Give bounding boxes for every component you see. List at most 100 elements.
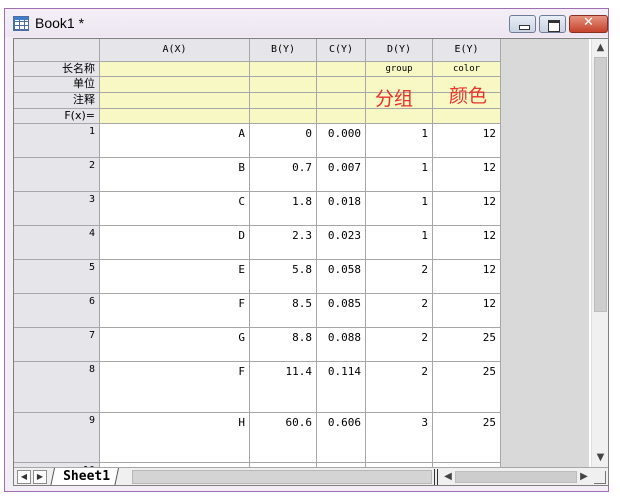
data-cell[interactable]: 1.8 [250,192,317,226]
next-sheet-icon[interactable]: ▶ [33,470,47,484]
meta-cell[interactable] [100,93,250,109]
vertical-scrollbar[interactable]: ▲ ▼ [591,39,608,469]
data-cell[interactable]: 0.000 [317,124,366,158]
meta-row-label[interactable]: 单位 [14,77,100,93]
long-name-cell[interactable]: group [366,62,433,77]
column-header-2[interactable]: B(Y) [250,39,317,62]
data-cell[interactable]: 12 [433,124,501,158]
data-cell[interactable]: F [100,294,250,328]
meta-cell[interactable] [317,77,366,93]
minimize-button[interactable] [509,15,536,33]
long-name-cell[interactable]: color [433,62,501,77]
data-cell[interactable]: 25 [433,328,501,362]
long-name-cell[interactable] [100,62,250,77]
horizontal-scrollbar[interactable]: ◀ ▶ [441,470,591,484]
data-cell[interactable]: A [100,124,250,158]
window-title: Book1 * [35,15,85,31]
data-cell[interactable]: 0.018 [317,192,366,226]
data-cell[interactable]: D [100,226,250,260]
column-header-5[interactable]: E(Y) [433,39,501,62]
meta-cell[interactable] [250,77,317,93]
title-bar[interactable]: Book1 * [5,9,608,37]
column-header-1[interactable]: A(X) [100,39,250,62]
horizontal-scroll-thumb[interactable] [455,471,577,483]
data-cell[interactable]: 2.3 [250,226,317,260]
data-cell[interactable]: 25 [433,413,501,463]
data-cell[interactable]: 8.8 [250,328,317,362]
workbook-icon [13,16,29,31]
tab-splitter-handle[interactable] [434,469,438,485]
data-cell[interactable]: 2 [366,362,433,413]
data-cell[interactable]: 5.8 [250,260,317,294]
meta-cell[interactable] [250,109,317,124]
long-name-cell[interactable] [317,62,366,77]
data-cell[interactable]: 1 [366,226,433,260]
meta-cell[interactable] [100,77,250,93]
data-cell[interactable]: 0.7 [250,158,317,192]
data-cell[interactable]: 0.023 [317,226,366,260]
prev-sheet-icon[interactable]: ◀ [17,470,31,484]
data-cell[interactable]: 0.085 [317,294,366,328]
meta-row-label[interactable]: 注释 [14,93,100,109]
row-number[interactable]: 9 [14,413,100,463]
data-cell[interactable]: H [100,413,250,463]
resize-grip-icon[interactable] [594,471,606,484]
data-cell[interactable]: 0.058 [317,260,366,294]
row-number[interactable]: 3 [14,192,100,226]
data-cell[interactable]: 0.007 [317,158,366,192]
column-header-4[interactable]: D(Y) [366,39,433,62]
data-cell[interactable]: C [100,192,250,226]
data-cell[interactable]: B [100,158,250,192]
row-number[interactable]: 5 [14,260,100,294]
data-cell[interactable]: 1 [366,124,433,158]
scroll-up-icon[interactable]: ▲ [592,39,608,56]
row-number[interactable]: 1 [14,124,100,158]
data-cell[interactable]: 12 [433,158,501,192]
data-cell[interactable]: 12 [433,294,501,328]
data-cell[interactable]: 12 [433,226,501,260]
data-cell[interactable]: F [100,362,250,413]
meta-cell[interactable] [433,109,501,124]
data-cell[interactable]: 0 [250,124,317,158]
meta-cell[interactable] [317,109,366,124]
data-cell[interactable]: 25 [433,362,501,413]
data-cell[interactable]: 1 [366,158,433,192]
scroll-right-icon[interactable]: ▶ [577,470,591,484]
data-cell[interactable]: 2 [366,294,433,328]
data-cell[interactable]: 0.088 [317,328,366,362]
data-cell[interactable]: 0.606 [317,413,366,463]
data-cell[interactable]: G [100,328,250,362]
data-cell[interactable]: 11.4 [250,362,317,413]
meta-row-label[interactable]: F(x)= [14,109,100,124]
long-name-cell[interactable] [250,62,317,77]
data-cell[interactable]: 0.114 [317,362,366,413]
data-cell[interactable]: 1 [366,192,433,226]
row-number[interactable]: 7 [14,328,100,362]
meta-cell[interactable] [317,93,366,109]
close-button[interactable] [569,15,608,33]
meta-row-label[interactable]: 长名称 [14,62,100,77]
meta-cell[interactable] [250,93,317,109]
data-cell[interactable]: 12 [433,192,501,226]
data-cell[interactable]: 60.6 [250,413,317,463]
row-number[interactable]: 4 [14,226,100,260]
scroll-down-icon[interactable]: ▼ [592,449,608,466]
data-cell[interactable]: 2 [366,260,433,294]
data-cell[interactable]: E [100,260,250,294]
column-header-3[interactable]: C(Y) [317,39,366,62]
row-number[interactable]: 8 [14,362,100,413]
row-number[interactable]: 6 [14,294,100,328]
sheet-tab[interactable]: Sheet1 [49,468,119,485]
vertical-scroll-thumb[interactable] [594,57,607,312]
meta-cell[interactable] [100,109,250,124]
scroll-left-icon[interactable]: ◀ [441,470,455,484]
maximize-button[interactable] [539,15,566,33]
data-cell[interactable]: 2 [366,328,433,362]
sheet-bar: ◀ ▶ Sheet1 ◀ ▶ [14,467,608,485]
data-cell[interactable]: 3 [366,413,433,463]
data-cell[interactable]: 8.5 [250,294,317,328]
grid-corner[interactable] [14,39,100,62]
row-number[interactable]: 2 [14,158,100,192]
meta-cell[interactable] [366,109,433,124]
data-cell[interactable]: 12 [433,260,501,294]
